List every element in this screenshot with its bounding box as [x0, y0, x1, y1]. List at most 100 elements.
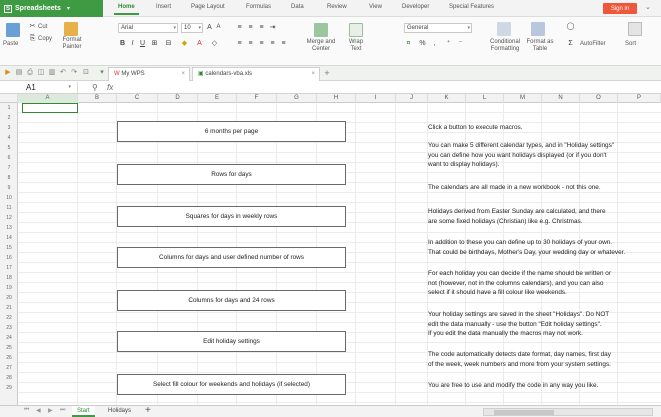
copy-icon[interactable]: ⎘ — [28, 34, 37, 43]
row-header[interactable]: 3 — [0, 123, 18, 133]
tab-page-layout[interactable]: Page Layout — [191, 4, 225, 10]
font-size-select[interactable]: 10 ▾ — [181, 23, 203, 33]
wrap-text-icon[interactable] — [349, 23, 363, 37]
close-icon[interactable]: × — [181, 68, 185, 80]
row-header[interactable]: 16 — [0, 253, 18, 263]
column-header[interactable]: H — [317, 94, 356, 103]
tab-insert[interactable]: Insert — [156, 4, 171, 10]
row-header[interactable]: 5 — [0, 143, 18, 153]
number-format-select[interactable]: General ▾ — [404, 23, 472, 33]
row-header[interactable]: 22 — [0, 313, 18, 323]
more-icon[interactable]: ⌄ — [645, 3, 655, 13]
undo-icon[interactable]: ↶ — [59, 69, 67, 77]
print-preview-icon[interactable]: ▥ — [48, 69, 56, 77]
row-header[interactable]: 19 — [0, 283, 18, 293]
column-header[interactable]: J — [396, 94, 428, 103]
zoom-icon[interactable]: ⚲ — [92, 82, 98, 93]
column-header[interactable]: I — [356, 94, 396, 103]
row-header[interactable]: 12 — [0, 213, 18, 223]
select-fill-colour-button[interactable]: Select fill colour for weekends and holi… — [117, 374, 346, 395]
currency-icon[interactable]: ¤ — [404, 39, 413, 48]
column-header[interactable]: P — [618, 94, 661, 103]
column-header[interactable]: G — [277, 94, 317, 103]
save-icon[interactable]: ▤ — [15, 69, 23, 77]
active-cell-a1[interactable] — [22, 103, 78, 113]
function-icon[interactable]: fx — [107, 82, 113, 93]
sheet-tab-start[interactable]: Start — [72, 406, 95, 417]
column-header[interactable]: F — [237, 94, 277, 103]
justify-icon[interactable]: ≡ — [268, 39, 277, 48]
columns-user-rows-button[interactable]: Columns for days and user defined number… — [117, 247, 346, 268]
italic-icon[interactable]: I — [128, 39, 137, 48]
row-header[interactable]: 23 — [0, 323, 18, 333]
redo-icon[interactable]: ↷ — [70, 69, 78, 77]
formula-input[interactable] — [125, 82, 655, 93]
row-header[interactable]: 29 — [0, 383, 18, 393]
new-tab-icon[interactable]: + — [323, 69, 331, 78]
align-center-icon[interactable]: ≡ — [246, 39, 255, 48]
close-icon[interactable]: × — [311, 68, 315, 80]
row-header[interactable]: 27 — [0, 363, 18, 373]
align-bottom-icon[interactable]: ≡ — [257, 23, 266, 32]
print-icon[interactable]: ⎙ — [26, 69, 34, 77]
row-header[interactable]: 2 — [0, 113, 18, 123]
sum-icon[interactable]: Σ — [566, 39, 575, 48]
tab-calendars-file[interactable]: ▣ calendars-vba.xls × — [192, 67, 320, 81]
row-header[interactable]: 26 — [0, 353, 18, 363]
underline-icon[interactable]: U — [138, 39, 147, 48]
increase-decimal-icon[interactable]: ⁺ — [444, 39, 453, 48]
column-header[interactable]: B — [78, 94, 117, 103]
increase-font-icon[interactable]: A — [205, 23, 214, 32]
merge-center-label[interactable]: Merge and Center — [304, 39, 338, 53]
merge-center-icon[interactable] — [314, 23, 328, 37]
column-header[interactable]: C — [117, 94, 158, 103]
row-header[interactable]: 10 — [0, 193, 18, 203]
conditional-formatting-icon[interactable] — [497, 22, 511, 36]
edit-holiday-settings-button[interactable]: Edit holiday settings — [117, 331, 346, 352]
borders-icon[interactable]: ⊞ — [150, 39, 159, 48]
conditional-formatting-label[interactable]: Conditional Formatting — [486, 39, 524, 53]
percent-icon[interactable]: % — [418, 39, 427, 48]
horizontal-scrollbar[interactable] — [483, 408, 653, 416]
columns-24-rows-button[interactable]: Columns for days and 24 rows — [117, 290, 346, 311]
cell-style-icon[interactable]: ⊟ — [164, 39, 173, 48]
squares-weekly-button[interactable]: Squares for days in weekly rows — [117, 206, 346, 227]
fill-color-icon[interactable]: ◆ — [180, 39, 189, 48]
row-header[interactable]: 7 — [0, 163, 18, 173]
tab-review[interactable]: Review — [327, 4, 347, 10]
row-header[interactable]: 8 — [0, 173, 18, 183]
tab-my-wps[interactable]: W My WPS × — [108, 67, 190, 81]
distribute-icon[interactable]: ≡ — [279, 39, 288, 48]
bold-icon[interactable]: B — [118, 39, 127, 48]
add-sheet-icon[interactable]: + — [145, 405, 151, 416]
cut-icon[interactable]: ✂ — [28, 22, 37, 31]
row-header[interactable]: 6 — [0, 153, 18, 163]
tab-home[interactable]: Home — [114, 4, 139, 15]
column-header[interactable]: O — [580, 94, 618, 103]
column-header[interactable]: L — [466, 94, 504, 103]
name-box[interactable]: A1 ▾ — [2, 82, 78, 93]
row-header[interactable]: 28 — [0, 373, 18, 383]
customize-icon[interactable]: ⊡ — [82, 69, 90, 77]
column-header[interactable]: N — [542, 94, 580, 103]
last-sheet-icon[interactable]: ⏭ — [60, 407, 65, 414]
column-header[interactable]: M — [504, 94, 542, 103]
row-header[interactable]: 14 — [0, 233, 18, 243]
app-menu-button[interactable]: S Spreadsheets ▾ — [0, 0, 103, 17]
align-left-icon[interactable]: ≡ — [235, 39, 244, 48]
wrap-text-label[interactable]: Wrap Text — [344, 39, 368, 53]
six-months-button[interactable]: 6 months per page — [117, 121, 346, 142]
sheet-tab-holidays[interactable]: Holidays — [103, 406, 136, 417]
decrease-decimal-icon[interactable]: ⁻ — [456, 39, 465, 48]
format-painter-icon[interactable] — [64, 22, 78, 36]
column-header[interactable]: E — [198, 94, 237, 103]
prev-sheet-icon[interactable]: ◀ — [36, 407, 41, 414]
tab-formulas[interactable]: Formulas — [246, 4, 271, 10]
paste-label[interactable]: Paste — [3, 41, 18, 47]
format-table-icon[interactable] — [531, 22, 545, 36]
font-name-select[interactable]: Arial ▾ — [118, 23, 178, 33]
row-header[interactable]: 1 — [0, 103, 18, 113]
row-header[interactable]: 13 — [0, 223, 18, 233]
first-sheet-icon[interactable]: ⏮ — [24, 407, 29, 414]
filter-icon[interactable] — [628, 22, 642, 36]
